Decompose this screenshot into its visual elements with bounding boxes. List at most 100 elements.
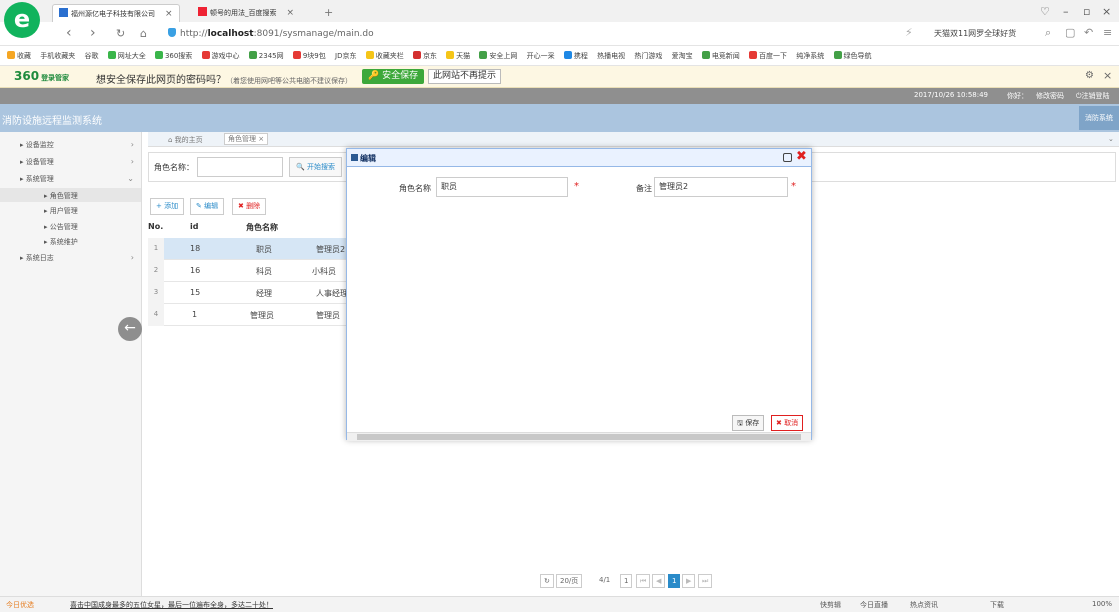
bookmark-item[interactable]: 纯净系统: [796, 46, 824, 65]
sidebar-item-system-log[interactable]: ▸ 系统日志 ›: [20, 253, 140, 263]
tab-home[interactable]: ⌂ 我的主页: [168, 135, 203, 145]
skin-icon[interactable]: ♡: [1040, 5, 1050, 18]
table-row[interactable]: 2 16 科员 小科员: [148, 260, 348, 282]
remark-input[interactable]: 管理员2: [654, 177, 788, 197]
bookmark-item[interactable]: 天猫: [446, 46, 470, 65]
tab-close-icon[interactable]: ×: [258, 135, 264, 143]
save-button[interactable]: 🖫 保存: [732, 415, 765, 431]
cell-id: 16: [190, 266, 201, 275]
bookmark-item[interactable]: 携程: [563, 46, 588, 65]
bookmark-item[interactable]: 9块9包: [292, 46, 326, 65]
bookmark-item[interactable]: 2345网: [248, 46, 284, 65]
status-download[interactable]: 下载: [990, 600, 1004, 610]
refresh-icon[interactable]: ↻: [116, 27, 125, 40]
tab-close-icon[interactable]: ×: [287, 8, 295, 18]
bookmark-item[interactable]: 手机收藏夹: [40, 46, 75, 65]
close-window-icon[interactable]: ×: [1102, 5, 1111, 18]
cancel-button[interactable]: ✖ 取消: [771, 415, 804, 431]
back-icon[interactable]: ‹: [66, 25, 72, 41]
minimize-icon[interactable]: –: [1063, 5, 1069, 18]
sidebar-item-system-maintain[interactable]: ▸ 系统维护: [44, 237, 78, 247]
role-name-search-input[interactable]: [197, 157, 283, 177]
tab-close-icon[interactable]: ×: [165, 9, 173, 19]
prev-page-icon[interactable]: ◀: [652, 574, 666, 588]
sidebar-item-system-manage[interactable]: ▸ 系统管理 ⌄: [20, 174, 140, 184]
browser-tab[interactable]: 顿号的用法_百度搜索 ×: [192, 4, 300, 22]
bookmark-item[interactable]: 360搜索: [154, 46, 192, 65]
no-more-prompt-button[interactable]: 此网站不再提示: [428, 69, 502, 84]
maximize-icon[interactable]: ▫: [1083, 5, 1090, 18]
sidebar-item-device-manage[interactable]: ▸ 设备管理 ›: [20, 157, 140, 167]
password-question: 想安全保存此网页的密码吗？（着您使用网吧等公共电脑不建议保存）: [96, 75, 352, 86]
page-size-select[interactable]: 20/页: [556, 574, 583, 588]
search-hint[interactable]: 天猫双11网罗全球好货: [934, 28, 1016, 39]
new-tab-icon[interactable]: +: [318, 4, 339, 22]
status-hot-news[interactable]: 热点资讯: [910, 600, 938, 610]
delete-button[interactable]: ✖ 删除: [232, 198, 267, 215]
close-icon[interactable]: ✖: [796, 149, 807, 164]
home-icon[interactable]: ⌂: [140, 27, 147, 40]
chevron-down-icon[interactable]: ⌄: [1108, 135, 1114, 143]
bookmark-item[interactable]: JD京东: [335, 46, 356, 65]
maximize-icon[interactable]: [783, 153, 792, 162]
undo-icon[interactable]: ↶: [1084, 26, 1093, 39]
bookmark-item[interactable]: 绿色导航: [833, 46, 872, 65]
table-row[interactable]: 3 15 经理 人事经理: [148, 282, 348, 304]
bookmark-item[interactable]: 爱淘宝: [672, 46, 693, 65]
close-bar-icon[interactable]: ×: [1103, 69, 1112, 82]
status-quick-edit[interactable]: 快剪辑: [820, 600, 841, 610]
add-button[interactable]: + 添加: [150, 198, 185, 215]
bookmark-item[interactable]: 热门游戏: [634, 46, 662, 65]
bookmark-item[interactable]: 游戏中心: [201, 46, 240, 65]
dialog-title-bar[interactable]: 编辑 ✖: [347, 149, 811, 167]
bookmark-item[interactable]: 百度一下: [749, 46, 787, 65]
start-search-button[interactable]: 🔍 开始搜索: [289, 157, 342, 177]
role-name-input[interactable]: 职员: [436, 177, 568, 197]
collapse-sidebar-button[interactable]: ←: [118, 317, 142, 341]
status-live[interactable]: 今日直播: [860, 600, 888, 610]
sidebar-item-device-monitor[interactable]: ▸ 设备监控 ›: [20, 140, 140, 150]
refresh-icon[interactable]: ↻: [540, 574, 554, 588]
bookmark-item[interactable]: 网址大全: [107, 46, 146, 65]
browser-tab-active[interactable]: 福州源亿电子科技有限公司 ×: [52, 4, 180, 22]
bookmark-item[interactable]: 热播电视: [597, 46, 625, 65]
fire-system-button[interactable]: 消防系统: [1079, 106, 1119, 130]
horizontal-scrollbar[interactable]: [347, 432, 811, 441]
next-page-icon[interactable]: ▶: [682, 574, 696, 588]
last-page-icon[interactable]: ⏭: [698, 574, 713, 588]
first-page-icon[interactable]: ⏮: [636, 574, 651, 588]
news-ticker[interactable]: 喜击中国成身最多的五位女星，最后一位遍布全身，多达二十处！: [70, 600, 273, 610]
lightning-icon[interactable]: ⚡: [905, 26, 913, 39]
forward-icon[interactable]: ›: [90, 25, 96, 41]
bookmark-item[interactable]: 开心一采: [527, 46, 555, 65]
scrollbar-thumb[interactable]: [357, 434, 801, 440]
table-row[interactable]: 4 1 管理员 管理员: [148, 304, 348, 326]
window-icon[interactable]: ▢: [1065, 26, 1075, 39]
menu-icon[interactable]: ≡: [1103, 26, 1112, 39]
page-input[interactable]: 1: [620, 574, 633, 588]
bookmark-item[interactable]: 电竞新闻: [701, 46, 740, 65]
tab-role-manage[interactable]: 角色管理 ×: [224, 133, 269, 145]
bookmark-item[interactable]: 收藏夹栏: [365, 46, 404, 65]
bookmark-item[interactable]: 安全上网: [479, 46, 517, 65]
edit-button[interactable]: ✎ 编辑: [190, 198, 225, 215]
change-password-link[interactable]: 修改密码: [1036, 91, 1064, 101]
bookmark-item[interactable]: 收藏: [7, 46, 31, 65]
logout-link[interactable]: ⏻注销登陆: [1076, 91, 1110, 101]
url-field[interactable]: http://localhost:8091/sysmanage/main.do: [168, 28, 374, 39]
today-picks[interactable]: 今日优选: [6, 600, 34, 610]
table-row[interactable]: 1 18 职员 管理员2: [148, 238, 348, 260]
remark-label: 备注: [636, 184, 652, 193]
sidebar-item-user-manage[interactable]: ▸ 用户管理: [44, 206, 78, 216]
sidebar-item-role-manage[interactable]: ▸ 角色管理: [0, 188, 141, 202]
save-icon: 🖫: [737, 419, 743, 427]
bookmark-item[interactable]: 京东: [412, 46, 437, 65]
settings-icon[interactable]: ⚙: [1085, 70, 1094, 81]
bookmark-item[interactable]: 谷歌: [84, 46, 98, 65]
zoom-level[interactable]: 100%: [1092, 600, 1112, 608]
search-icon[interactable]: ⌕: [1045, 26, 1051, 40]
delete-icon: ✖: [238, 202, 244, 210]
safe-save-button[interactable]: 🔑 安全保存: [362, 69, 425, 84]
current-page-button[interactable]: 1: [668, 574, 681, 588]
sidebar-item-notice-manage[interactable]: ▸ 公告管理: [44, 222, 78, 232]
